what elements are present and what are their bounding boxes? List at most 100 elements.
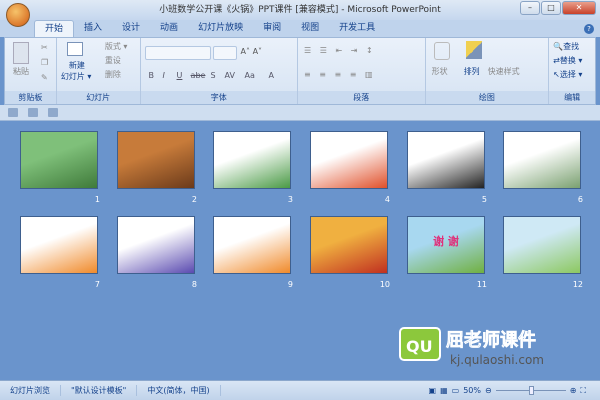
slide-thumbnail[interactable]: 谢 谢 [407, 216, 485, 274]
font-group: A˄ A˅ B I U abe S AV Aa A 字体 [140, 38, 299, 104]
redo-icon[interactable] [48, 108, 58, 117]
slides-group: 新建 幻灯片 ▾ 版式 ▾ 重设 删除 幻灯片 [56, 38, 141, 104]
layout-button[interactable]: 版式 ▾ [105, 41, 128, 52]
list-buttons[interactable]: ☰ ☰ ⇤ ⇥ ↕ [304, 46, 376, 55]
close-button[interactable]: ✕ [562, 1, 596, 15]
quick-styles-button[interactable]: 快速样式 [488, 66, 520, 77]
slide-number: 11 [476, 280, 487, 289]
font-name-select[interactable] [144, 46, 211, 60]
status-theme[interactable]: "默认设计模板" [61, 385, 138, 396]
undo-icon[interactable] [28, 108, 38, 117]
tab-design[interactable]: 设计 [112, 20, 150, 37]
delete-button[interactable]: 删除 [105, 69, 121, 80]
slide-thumbnail[interactable] [310, 131, 388, 189]
spacing-button[interactable]: AV [225, 71, 235, 80]
reset-button[interactable]: 重设 [105, 55, 121, 66]
zoom-slider[interactable] [495, 386, 566, 395]
ribbon: 粘贴 ✂ ❐ ✎ 剪贴板 新建 幻灯片 ▾ 版式 ▾ 重设 删除 幻灯片 A˄ … [4, 37, 596, 105]
arrange-button[interactable]: 排列 [464, 66, 480, 77]
slide-thumbnail[interactable] [20, 131, 98, 189]
font-label: 字体 [140, 91, 298, 104]
minimize-button[interactable]: – [520, 1, 540, 15]
slide-thumbnail[interactable] [117, 216, 195, 274]
cut-icon[interactable]: ✂ [41, 43, 48, 52]
svg-text:kj.qulaoshi.com: kj.qulaoshi.com [450, 353, 544, 367]
bold-button[interactable]: B [149, 71, 155, 80]
font-size-select[interactable] [212, 46, 237, 60]
svg-text:QU: QU [406, 337, 433, 356]
quick-access-toolbar [0, 105, 600, 121]
clipboard-label: 剪贴板 [5, 91, 56, 104]
slide-number: 3 [287, 195, 293, 204]
drawing-group: 形状 排列 快速样式 绘图 [425, 38, 550, 104]
new-slide-dropdown[interactable]: 幻灯片 ▾ [61, 71, 92, 82]
zoom-in-icon[interactable]: ⊕ [570, 386, 577, 395]
grow-font-button[interactable]: A˄ A˅ [241, 47, 263, 56]
slide-text: 谢 谢 [433, 235, 459, 248]
fit-window-icon[interactable]: ⛶ [580, 386, 586, 396]
save-icon[interactable] [8, 108, 18, 117]
align-buttons[interactable]: ≡ ≡ ≡ ≡ ▥ [304, 70, 376, 79]
tab-insert[interactable]: 插入 [74, 20, 112, 37]
shadow-button[interactable]: S [211, 71, 216, 80]
paste-button[interactable]: 粘贴 [13, 66, 29, 77]
slide-thumbnail[interactable] [503, 216, 581, 274]
paragraph-group: ☰ ☰ ⇤ ⇥ ↕ ≡ ≡ ≡ ≡ ▥ 段落 [298, 38, 426, 104]
drawing-label: 绘图 [425, 91, 549, 104]
tab-developer[interactable]: 开发工具 [329, 20, 385, 37]
slide-thumbnail[interactable] [310, 216, 388, 274]
clipboard-group: 粘贴 ✂ ❐ ✎ 剪贴板 [5, 38, 57, 104]
select-button[interactable]: ↖选择 ▾ [553, 69, 582, 80]
slide-thumbnail[interactable] [117, 131, 195, 189]
format-painter-icon[interactable]: ✎ [41, 73, 48, 82]
paste-icon [13, 42, 29, 64]
select-label: 选择 ▾ [559, 70, 583, 79]
slide-thumbnail[interactable] [407, 131, 485, 189]
status-language[interactable]: 中文(简体，中国) [137, 385, 221, 396]
slide-thumbnail[interactable] [20, 216, 98, 274]
slide-thumbnail[interactable] [503, 131, 581, 189]
find-button[interactable]: 🔍查找 [553, 41, 579, 52]
normal-view-icon[interactable]: ▣ [429, 386, 437, 395]
copy-icon[interactable]: ❐ [41, 58, 48, 67]
replace-label: 替换 ▾ [559, 56, 583, 65]
slide-sorter-view-icon[interactable]: ▦ [440, 386, 448, 395]
zoom-level[interactable]: 50% [463, 386, 481, 395]
tab-view[interactable]: 视图 [291, 20, 329, 37]
slideshow-view-icon[interactable]: ▭ [452, 386, 460, 395]
watermark-logo: QU 屈老师课件 kj.qulaoshi.com [399, 327, 544, 367]
tab-home[interactable]: 开始 [34, 20, 75, 37]
zoom-out-icon[interactable]: ⊖ [485, 386, 492, 395]
font-color-button[interactable]: A [269, 71, 274, 80]
slide-number: 12 [572, 280, 583, 289]
slide-thumbnail[interactable] [213, 216, 291, 274]
tab-slideshow[interactable]: 幻灯片放映 [188, 20, 253, 37]
shapes-button[interactable]: 形状 [432, 66, 448, 77]
slide-number: 6 [577, 195, 583, 204]
slide-number: 1 [94, 195, 100, 204]
new-slide-icon [66, 42, 83, 56]
italic-button[interactable]: I [163, 71, 165, 80]
find-label: 查找 [563, 42, 580, 51]
zoom-slider-thumb[interactable] [528, 386, 534, 395]
strikethrough-button[interactable]: abe [191, 71, 206, 80]
slide-number: 7 [94, 280, 100, 289]
office-button[interactable] [6, 3, 30, 27]
slide-number: 10 [379, 280, 390, 289]
tab-review[interactable]: 审阅 [253, 20, 291, 37]
underline-button[interactable]: U [177, 71, 183, 80]
editing-label: 编辑 [549, 91, 595, 104]
tab-animation[interactable]: 动画 [150, 20, 188, 37]
arrange-icon [465, 41, 482, 59]
new-slide-button[interactable]: 新建 [69, 60, 85, 71]
window-title: 小班数学公开课《火锅》PPT课件 [兼容模式] - Microsoft Powe… [159, 5, 441, 15]
maximize-button[interactable]: □ [541, 1, 561, 15]
case-button[interactable]: Aa [245, 71, 255, 80]
help-icon[interactable]: ? [584, 24, 594, 34]
status-bar: 幻灯片浏览 "默认设计模板" 中文(简体，中国) ▣ ▦ ▭ 50% ⊖ ⊕ ⛶ [0, 380, 600, 400]
replace-button[interactable]: ⇄替换 ▾ [553, 55, 582, 66]
editing-group: 🔍查找 ⇄替换 ▾ ↖选择 ▾ 编辑 [549, 38, 595, 104]
slide-thumbnail[interactable] [213, 131, 291, 189]
status-view: 幻灯片浏览 [0, 385, 61, 396]
slide-number: 4 [384, 195, 390, 204]
